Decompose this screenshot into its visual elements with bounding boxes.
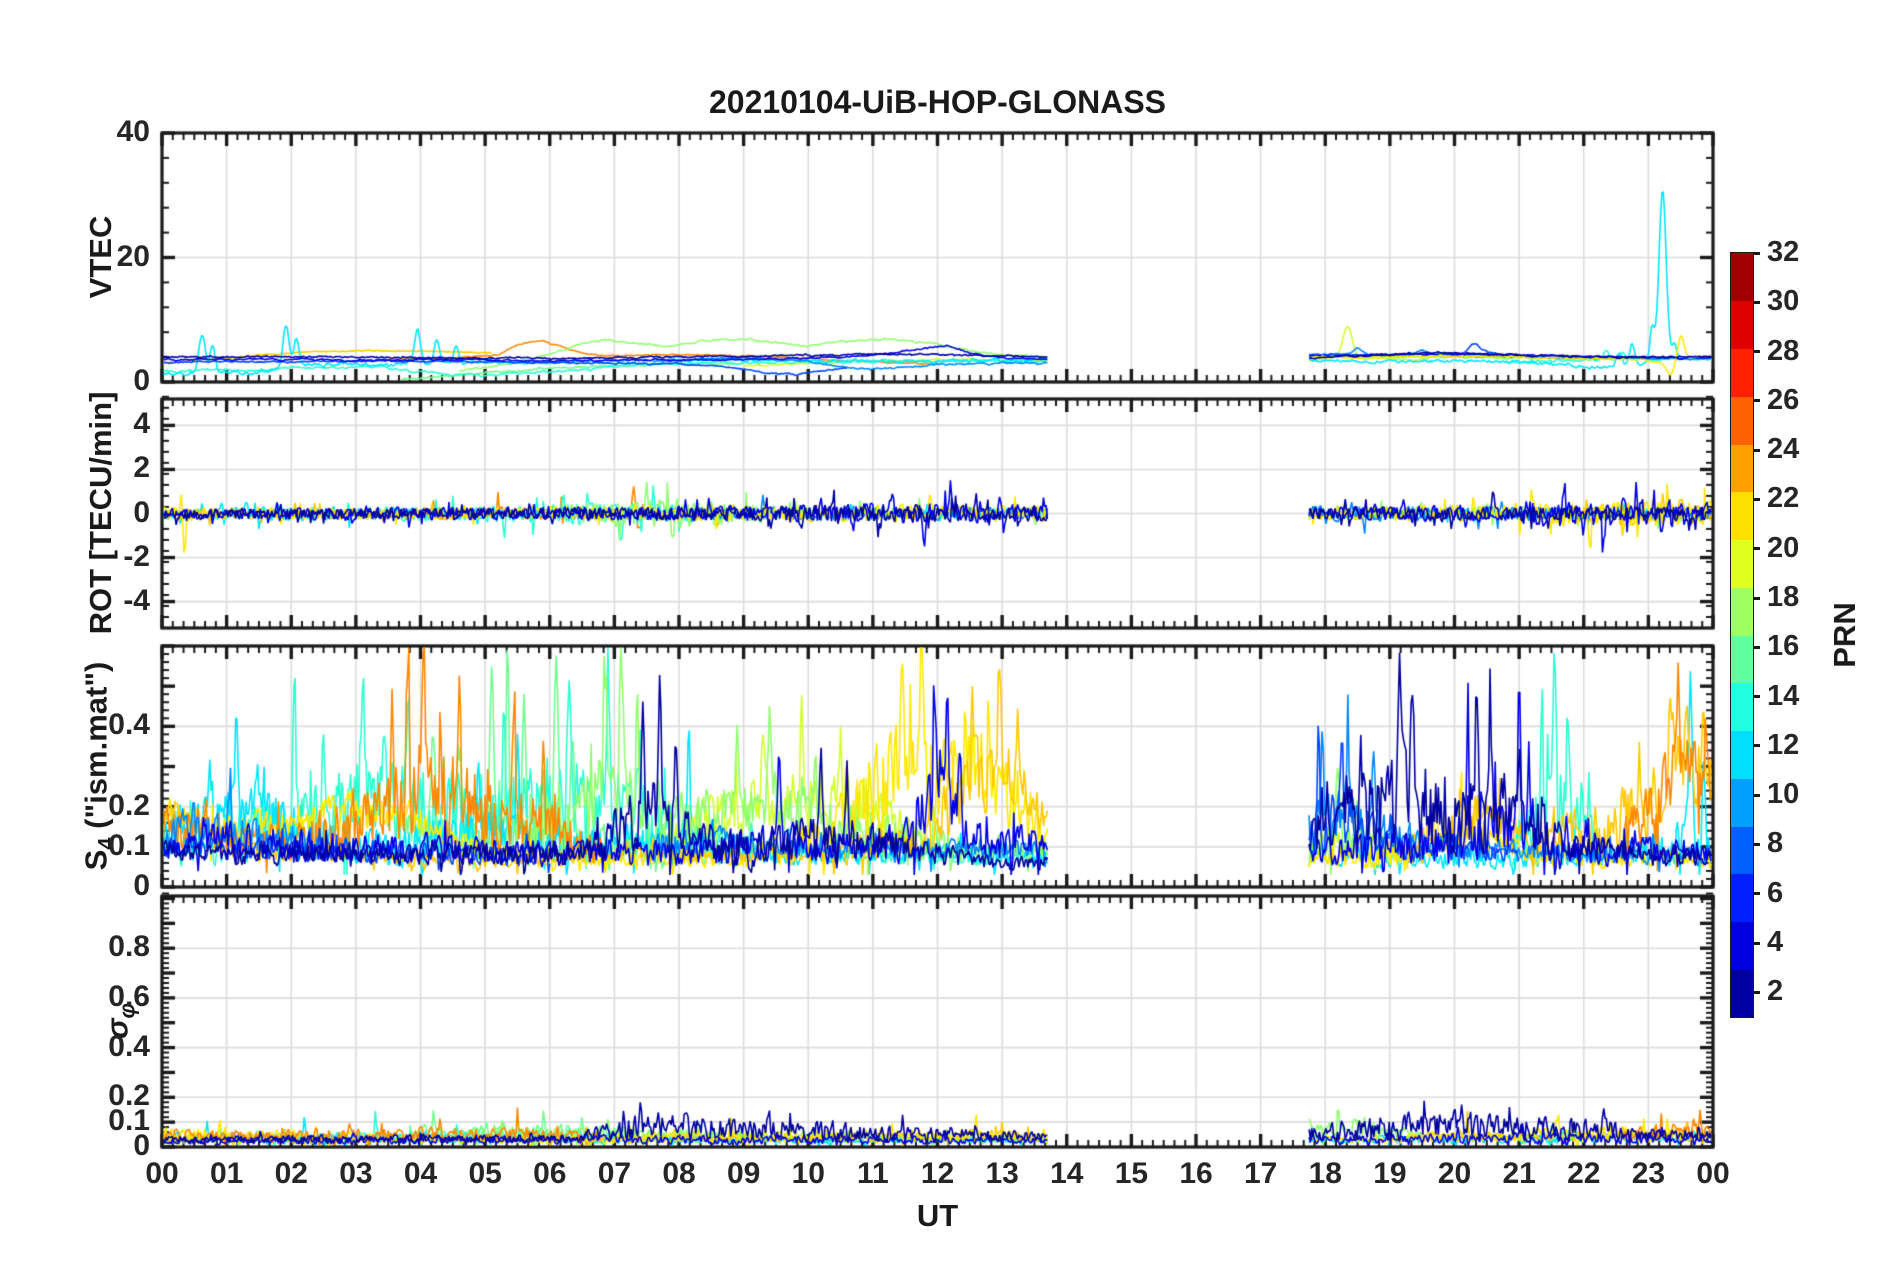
colorbar-tick-label: 24 (1767, 433, 1800, 466)
colorbar-label: PRN (1827, 602, 1862, 668)
colorbar-tick (1753, 497, 1760, 501)
x-tick-label: 05 (468, 1157, 502, 1190)
x-tick-label: 12 (920, 1157, 955, 1190)
colorbar-tick-label: 30 (1767, 285, 1800, 318)
y-tick-label-sigma_phi: 0.6 (108, 979, 150, 1013)
y-tick-label-sigma_phi: 0.4 (108, 1029, 150, 1063)
x-tick-label: 13 (985, 1157, 1019, 1190)
y-tick-label-rot: -2 (123, 539, 150, 573)
colorbar-tick-label: 28 (1767, 334, 1800, 367)
y-tick-label-vtec: 40 (116, 115, 150, 148)
x-tick-label: 00 (1696, 1157, 1730, 1190)
colorbar-tick-label: 16 (1767, 630, 1800, 663)
x-tick-label: 03 (339, 1157, 373, 1190)
colorbar-tick-label: 4 (1767, 926, 1784, 959)
y-tick-label-vtec: 20 (116, 239, 150, 273)
colorbar-tick-label: 32 (1767, 236, 1800, 268)
colorbar-tick (1753, 596, 1760, 600)
colorbar-tick (1753, 892, 1760, 896)
y-tick-label-rot: 2 (133, 451, 150, 485)
colorbar-tick (1753, 448, 1760, 452)
x-tick-label: 21 (1502, 1157, 1536, 1190)
x-tick-label: 22 (1567, 1157, 1601, 1190)
x-tick-label: 01 (209, 1157, 244, 1190)
x-tick-label: 09 (726, 1157, 761, 1190)
x-tick-label: 18 (1308, 1157, 1342, 1190)
x-tick-label: 19 (1373, 1157, 1407, 1190)
colorbar-tick (1753, 547, 1760, 551)
y-tick-label-sigma_phi: 0.8 (108, 930, 150, 964)
colorbar-tick-label: 10 (1767, 778, 1800, 811)
colorbar-tick (1753, 695, 1760, 699)
x-tick-label: 07 (597, 1157, 632, 1190)
x-tick-label: 23 (1631, 1157, 1666, 1190)
y-tick-label-sigma_phi: 0.2 (108, 1079, 150, 1113)
colorbar-tick (1753, 399, 1760, 403)
y-tick-label-s4: 0.4 (108, 708, 150, 742)
colorbar-tick (1753, 645, 1760, 649)
colorbar-tick (1753, 251, 1760, 255)
x-tick-label: 17 (1243, 1157, 1278, 1190)
colorbar-tick-label: 6 (1767, 876, 1784, 909)
y-tick-label-rot: 0 (133, 495, 150, 529)
colorbar-frame (1730, 252, 1754, 1018)
colorbar-tick (1753, 941, 1760, 945)
colorbar-tick (1753, 793, 1760, 797)
colorbar-tick-label: 12 (1767, 728, 1800, 761)
y-tick-label-rot: 4 (133, 407, 150, 441)
colorbar-tick (1753, 744, 1760, 748)
colorbar-tick-label: 18 (1767, 581, 1800, 614)
x-tick-label: 06 (533, 1157, 567, 1190)
x-tick-label: 04 (403, 1157, 438, 1190)
x-tick-label: 15 (1114, 1157, 1149, 1190)
x-tick-label: 00 (145, 1157, 179, 1190)
y-tick-label-s4: 0.1 (108, 828, 150, 862)
x-tick-label: 20 (1437, 1157, 1472, 1190)
x-tick-label: 16 (1179, 1157, 1213, 1190)
chart-canvas (0, 0, 1902, 1272)
x-tick-label: 10 (791, 1157, 825, 1190)
y-tick-label-vtec: 0 (133, 364, 150, 397)
colorbar-tick-label: 8 (1767, 827, 1784, 860)
x-tick-label: 02 (274, 1157, 308, 1190)
y-tick-label-rot: -4 (123, 583, 150, 617)
colorbar-tick (1753, 990, 1760, 994)
y-tick-label-s4: 0.2 (108, 788, 150, 822)
x-tick-label: 14 (1050, 1157, 1084, 1190)
colorbar-tick-label: 22 (1767, 482, 1800, 515)
x-tick-label: 11 (857, 1157, 889, 1190)
colorbar-tick-label: 26 (1767, 383, 1800, 416)
colorbar-tick (1753, 842, 1760, 846)
colorbar-tick-label: 2 (1767, 975, 1784, 1008)
colorbar-tick-label: 14 (1767, 679, 1800, 712)
colorbar-tick (1753, 300, 1760, 304)
chart-title: 20210104-UiB-HOP-GLONASS (708, 84, 1167, 120)
y-tick-label-s4: 0 (133, 869, 150, 902)
x-tick-label: 08 (662, 1157, 696, 1190)
colorbar-tick (1753, 350, 1760, 354)
x-axis-label: UT (916, 1198, 959, 1233)
figure: 20210104-UiB-HOP-GLONASS VTEC ROT [TECU/… (0, 0, 1902, 1272)
colorbar-tick-label: 20 (1767, 531, 1800, 564)
